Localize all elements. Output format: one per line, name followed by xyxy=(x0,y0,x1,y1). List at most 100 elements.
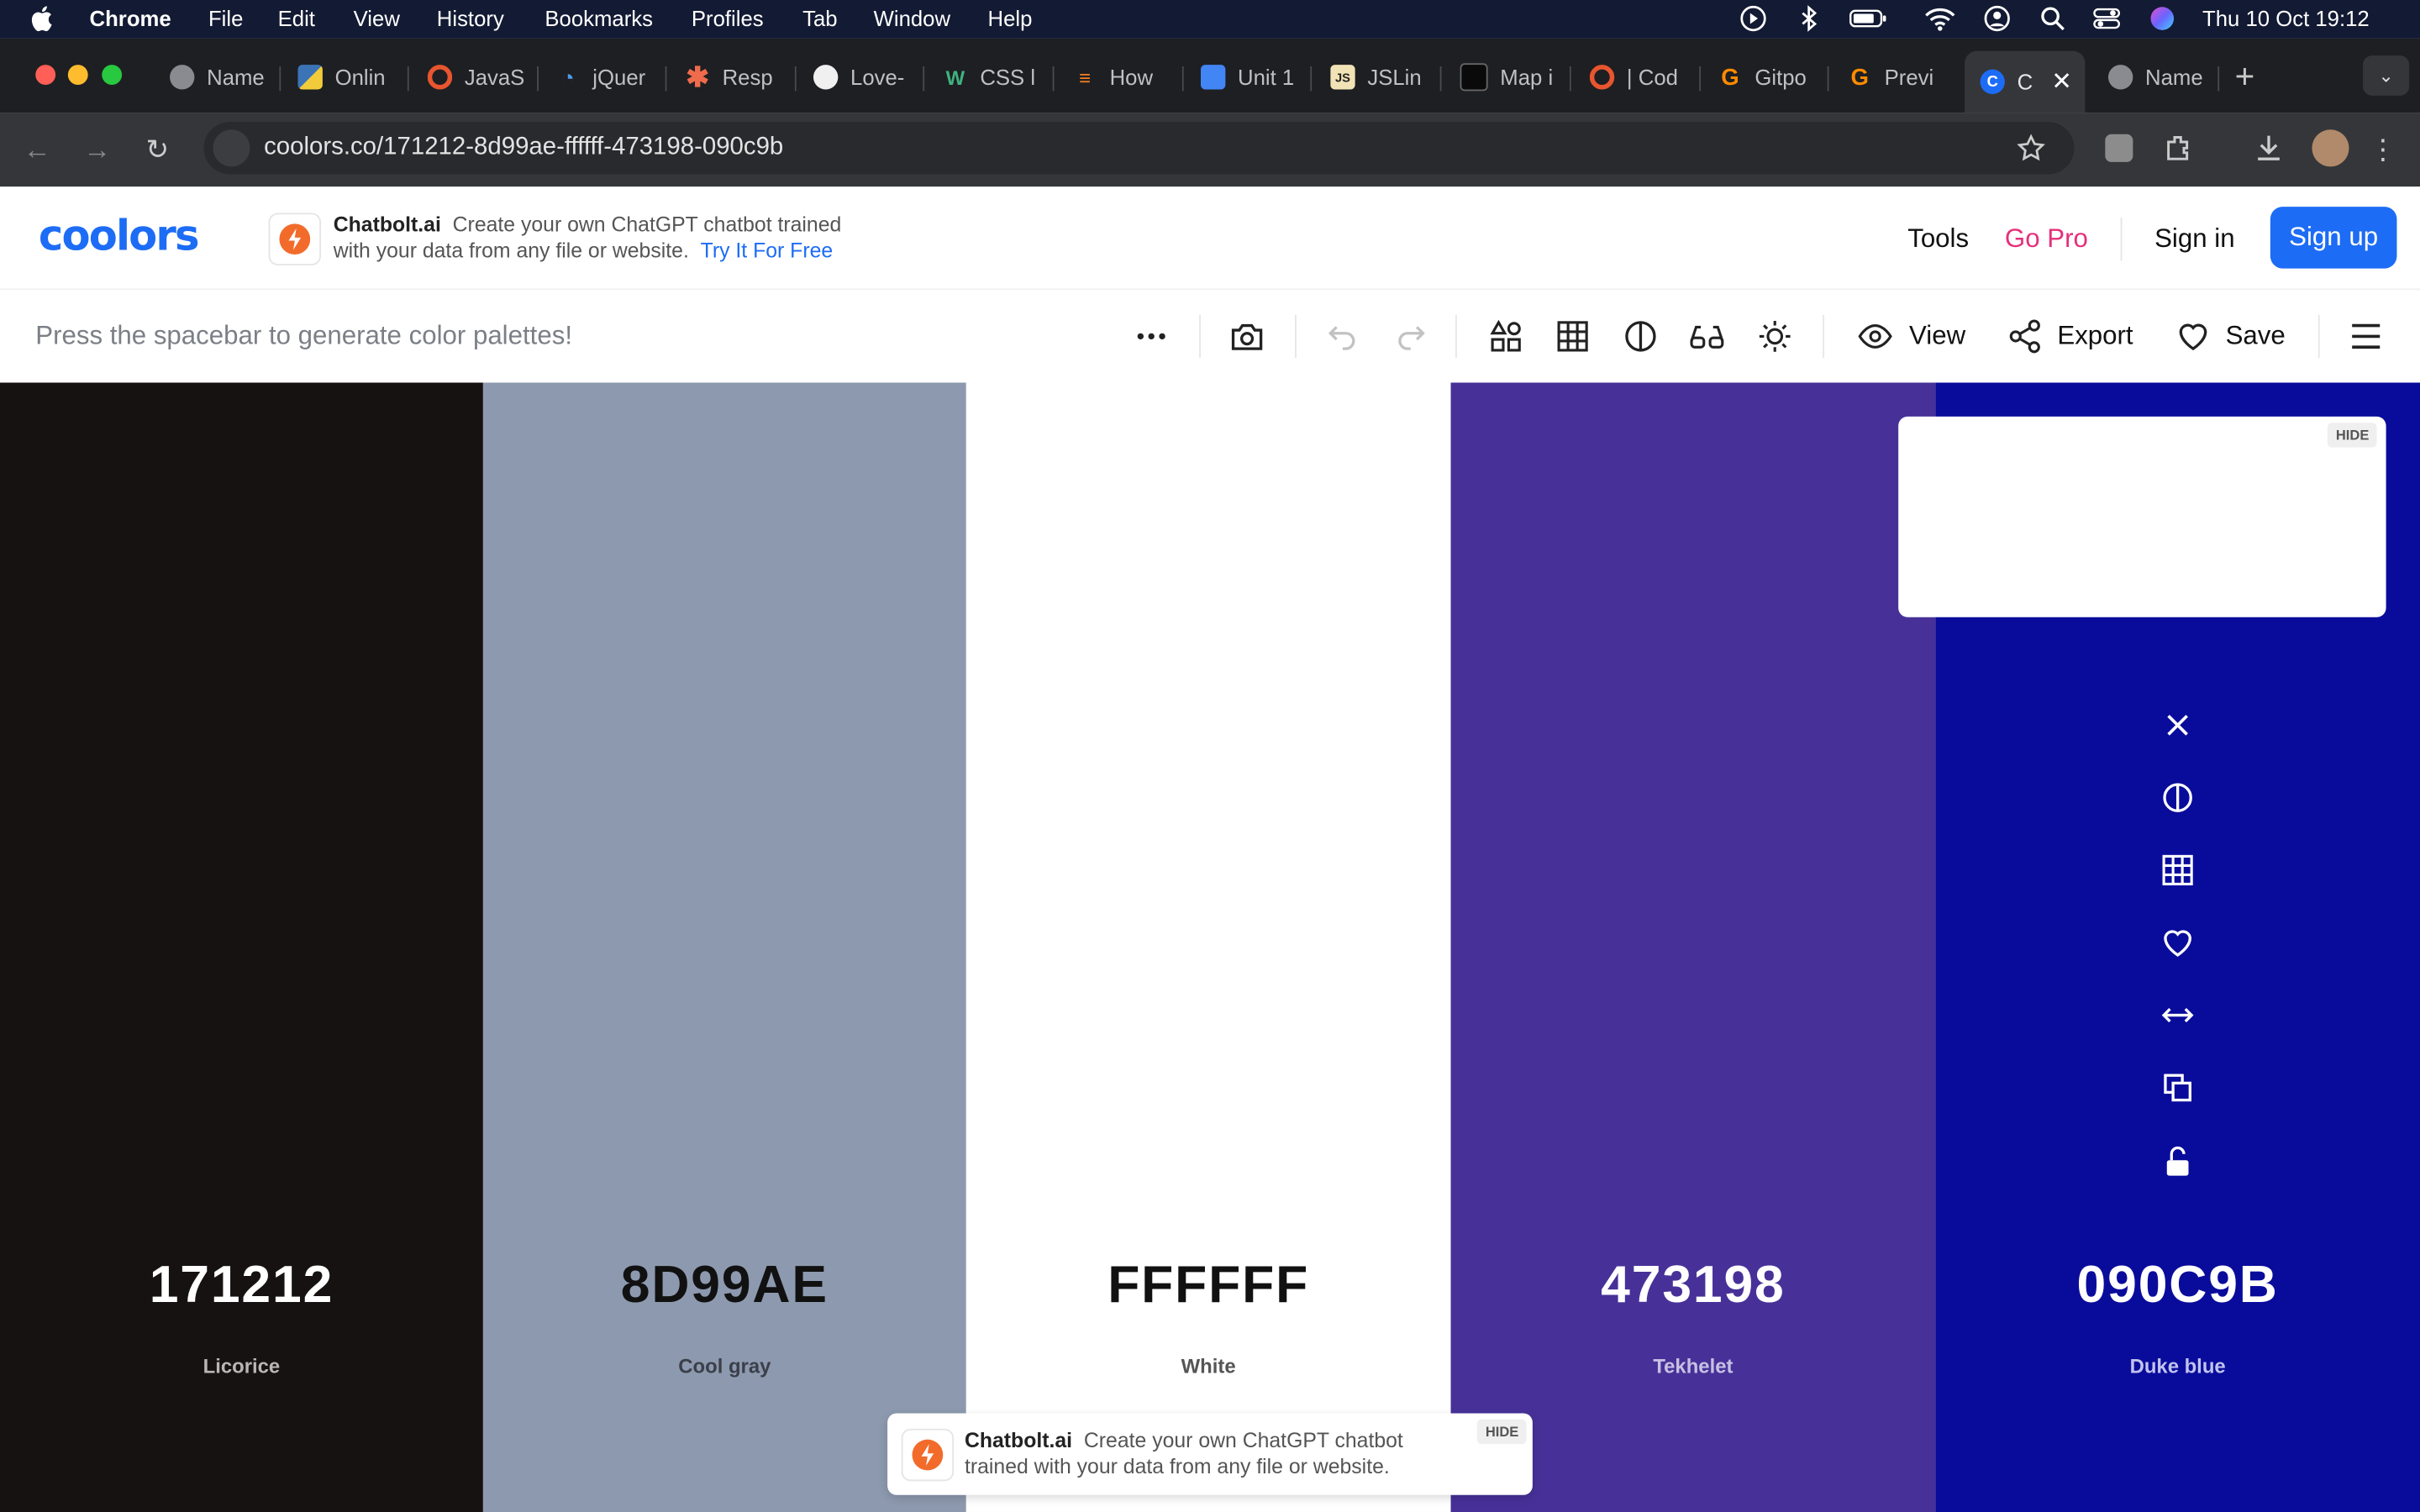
menu-history[interactable]: History xyxy=(437,6,504,30)
ad-link[interactable]: Try It For Free xyxy=(701,239,834,263)
color-column[interactable]: 473198 Tekhelet xyxy=(1450,382,1936,1512)
contrast-icon[interactable] xyxy=(2158,778,2198,818)
browser-tab[interactable]: JavaS xyxy=(427,54,539,100)
heart-icon[interactable] xyxy=(2158,922,2198,963)
browser-tab[interactable]: W CSS l xyxy=(943,54,1055,100)
chatbolt-logo-icon[interactable] xyxy=(268,213,322,265)
menu-app-name[interactable]: Chrome xyxy=(90,6,171,30)
share-icon[interactable] xyxy=(2007,318,2044,354)
zoom-window-button[interactable] xyxy=(102,65,123,86)
color-column[interactable]: 8D99AE Cool gray xyxy=(482,382,966,1512)
color-name[interactable]: Duke blue xyxy=(1935,1355,2420,1378)
browser-tab[interactable]: Unit 1 xyxy=(1200,54,1313,100)
browser-tab-active[interactable]: C C ✕ xyxy=(1965,50,2086,113)
reload-button[interactable]: ↻ xyxy=(139,131,176,168)
color-name[interactable]: Licorice xyxy=(0,1355,483,1378)
copy-icon[interactable] xyxy=(2158,1068,2198,1108)
close-icon[interactable] xyxy=(2158,705,2198,745)
browser-tab[interactable]: ✱ Resp xyxy=(686,54,797,100)
browser-tab[interactable]: JS JSLin xyxy=(1330,54,1442,100)
menu-bookmarks[interactable]: Bookmarks xyxy=(544,6,653,30)
new-tab-button[interactable]: + xyxy=(2235,57,2255,97)
back-button[interactable]: ← xyxy=(18,131,55,168)
hex-code[interactable]: FFFFFF xyxy=(966,1256,1451,1316)
undo-icon[interactable] xyxy=(1324,318,1361,354)
menu-file[interactable]: File xyxy=(208,6,243,30)
menubar-clock[interactable]: Thu 10 Oct 19:12 xyxy=(2202,6,2370,30)
heart-icon[interactable] xyxy=(2175,318,2212,354)
browser-tab[interactable]: | Cod xyxy=(1589,54,1702,100)
bookmark-star-icon[interactable] xyxy=(2017,134,2045,162)
siri-icon[interactable] xyxy=(2149,5,2176,33)
browser-tab[interactable]: G Previ xyxy=(1848,54,1959,100)
menu-window[interactable]: Window xyxy=(874,6,950,30)
color-column[interactable]: 171212 Licorice xyxy=(0,382,483,1512)
extension-icon[interactable] xyxy=(2102,131,2136,165)
eye-icon[interactable] xyxy=(1857,318,1894,354)
color-name[interactable]: White xyxy=(966,1355,1451,1378)
grid-icon[interactable] xyxy=(2158,850,2198,890)
header-ad[interactable]: Chatbolt.ai Create your own ChatGPT chat… xyxy=(334,212,842,264)
save-button[interactable]: Save xyxy=(2226,321,2286,352)
grid-icon[interactable] xyxy=(1555,318,1591,354)
browser-tab[interactable]: Love- xyxy=(813,54,925,100)
hide-ad-button[interactable]: HIDE xyxy=(1477,1419,1527,1445)
browser-tab[interactable]: Name xyxy=(170,54,281,100)
bluetooth-icon[interactable] xyxy=(1795,5,1823,33)
glasses-icon[interactable] xyxy=(1688,318,1725,354)
battery-icon[interactable] xyxy=(1849,5,1889,33)
contrast-icon[interactable] xyxy=(1622,318,1659,354)
redo-icon[interactable] xyxy=(1392,318,1429,354)
forward-button[interactable]: → xyxy=(79,131,116,168)
sign-in-link[interactable]: Sign in xyxy=(2154,223,2234,255)
site-info-icon[interactable] xyxy=(213,129,250,167)
browser-tab[interactable]: G Gitpo xyxy=(1718,54,1829,100)
color-name[interactable]: Cool gray xyxy=(483,1355,966,1378)
puzzle-icon[interactable] xyxy=(2162,131,2196,165)
sign-up-button[interactable]: Sign up xyxy=(2270,207,2397,269)
view-button[interactable]: View xyxy=(1909,321,1965,352)
address-bar[interactable]: coolors.co/171212-8d99ae-ffffff-473198-0… xyxy=(203,122,2075,175)
hide-ad-button[interactable]: HIDE xyxy=(2328,423,2377,448)
hex-code[interactable]: 090C9B xyxy=(1935,1256,2420,1316)
more-options-icon[interactable] xyxy=(1133,318,1170,354)
profile-avatar[interactable] xyxy=(2312,129,2349,167)
menu-view[interactable]: View xyxy=(354,6,400,30)
tools-link[interactable]: Tools xyxy=(1907,223,1969,255)
close-tab-icon[interactable]: ✕ xyxy=(2051,66,2072,97)
shapes-icon[interactable] xyxy=(1488,318,1525,354)
brightness-icon[interactable] xyxy=(1756,318,1793,354)
control-center-icon[interactable] xyxy=(2093,5,2121,33)
spotlight-icon[interactable] xyxy=(2039,5,2066,33)
hex-code[interactable]: 8D99AE xyxy=(483,1256,966,1316)
menu-help[interactable]: Help xyxy=(988,6,1033,30)
wifi-icon[interactable] xyxy=(1923,5,1957,33)
export-button[interactable]: Export xyxy=(2057,321,2133,352)
download-icon[interactable] xyxy=(2252,131,2286,165)
browser-tab[interactable]: Map i xyxy=(1460,54,1571,100)
lock-icon[interactable] xyxy=(2158,1142,2198,1182)
minimize-window-button[interactable] xyxy=(67,65,88,86)
go-pro-link[interactable]: Go Pro xyxy=(2005,223,2088,255)
browser-tab[interactable]: Onlin xyxy=(297,54,409,100)
coolors-logo[interactable]: coolors xyxy=(39,213,200,260)
browser-tab[interactable]: ◔ jQuer xyxy=(555,54,667,100)
browser-tab[interactable]: ≡ How xyxy=(1073,54,1184,100)
hex-code[interactable]: 171212 xyxy=(0,1256,483,1316)
menu-profiles[interactable]: Profiles xyxy=(692,6,764,30)
apple-icon[interactable] xyxy=(31,5,55,33)
camera-icon[interactable] xyxy=(1228,318,1265,354)
user-icon[interactable] xyxy=(1983,5,2011,33)
hamburger-menu-icon[interactable] xyxy=(2348,318,2385,354)
tab-search-button[interactable]: ⌄ xyxy=(2363,55,2410,96)
browser-tab[interactable]: Name xyxy=(2107,54,2220,100)
play-icon[interactable] xyxy=(1739,5,1767,33)
hex-code[interactable]: 473198 xyxy=(1451,1256,1936,1316)
color-name[interactable]: Tekhelet xyxy=(1451,1355,1936,1378)
drag-icon[interactable] xyxy=(2158,995,2198,1036)
color-column[interactable]: FFFFFF White xyxy=(965,382,1451,1512)
url-text[interactable]: coolors.co/171212-8d99ae-ffffff-473198-0… xyxy=(264,134,783,162)
menu-edit[interactable]: Edit xyxy=(278,6,315,30)
chrome-menu-icon[interactable]: ⋮ xyxy=(2368,131,2399,168)
close-window-button[interactable] xyxy=(35,65,56,86)
